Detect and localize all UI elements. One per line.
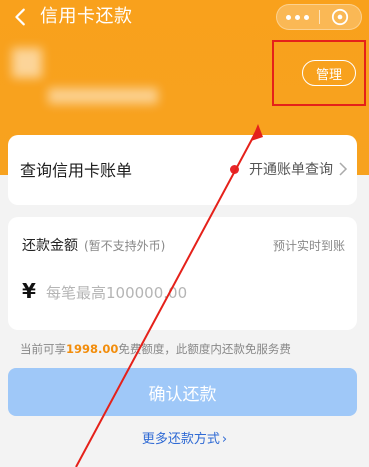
bill-query-card[interactable]: 查询信用卡账单 开通账单查询: [8, 135, 357, 205]
arrival-time-label: 预计实时到账: [272, 239, 345, 253]
manage-button[interactable]: 管理: [302, 60, 356, 86]
chevron-right-icon: [339, 162, 348, 176]
free-quota-amount: 1998.00: [66, 342, 119, 356]
red-dot-badge: [230, 164, 239, 174]
blurred-card-info: [48, 88, 158, 104]
more-methods-label: 更多还款方式: [141, 432, 220, 447]
free-quota-suffix: 免费额度，此额度内还款免服务费: [118, 342, 291, 356]
bill-query-label: 查询信用卡账单: [20, 161, 133, 180]
page-title: 信用卡还款: [40, 6, 133, 27]
amount-input[interactable]: [46, 279, 246, 307]
blurred-card-logo: [12, 48, 42, 78]
confirm-repayment-button[interactable]: 确认还款: [8, 368, 357, 416]
mini-program-capsule: [276, 4, 362, 30]
free-quota-prefix: 当前可享: [20, 342, 66, 356]
repayment-amount-card: 还款金额 (暂不支持外币) 预计实时到账 ¥: [8, 217, 357, 330]
close-circle-icon[interactable]: [319, 4, 361, 30]
back-arrow-icon[interactable]: [10, 6, 34, 30]
more-repayment-methods-link[interactable]: 更多还款方式 ›: [0, 428, 369, 447]
free-quota-text: 当前可享1998.00免费额度，此额度内还款免服务费: [20, 341, 291, 357]
amount-title: 还款金额: [22, 238, 78, 254]
chevron-right-icon: ›: [221, 432, 228, 447]
open-bill-query-label: 开通账单查询: [249, 162, 333, 178]
open-bill-query-link[interactable]: 开通账单查询: [230, 159, 349, 179]
foreign-currency-note: (暂不支持外币): [84, 239, 166, 253]
more-dots-icon[interactable]: [277, 4, 319, 30]
amount-label: 还款金额 (暂不支持外币): [22, 235, 165, 255]
currency-symbol: ¥: [22, 279, 36, 303]
